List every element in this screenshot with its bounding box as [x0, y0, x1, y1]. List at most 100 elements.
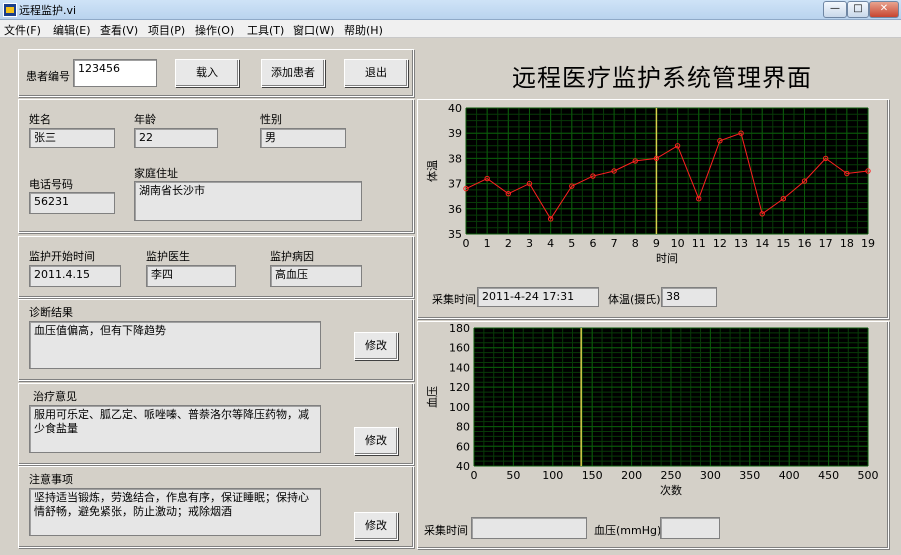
treatment-modify-button[interactable]: 修改 — [354, 427, 398, 455]
y-tick-label: 180 — [449, 322, 470, 335]
add-patient-button[interactable]: 添加患者 — [261, 59, 325, 87]
y-tick-label: 35 — [448, 228, 462, 241]
y-axis-label: 体温 — [425, 160, 439, 182]
window-title: 远程监护.vi — [19, 4, 77, 17]
menu-edit[interactable]: 编辑(E) — [53, 22, 91, 38]
x-tick-label: 0 — [471, 469, 478, 482]
y-axis-label: 血压 — [425, 386, 439, 408]
diagnosis-modify-button[interactable]: 修改 — [354, 332, 398, 360]
address-label: 家庭住址 — [134, 167, 178, 180]
x-tick-label: 3 — [526, 237, 533, 250]
x-tick-label: 13 — [734, 237, 748, 250]
temp-value-label: 体温(摄氏) — [608, 293, 661, 306]
monitor-disease-label: 监护病因 — [270, 250, 314, 263]
monitor-doctor-label: 监护医生 — [146, 250, 190, 263]
x-tick-label: 9 — [653, 237, 660, 250]
monitor-start-label: 监护开始时间 — [29, 250, 95, 263]
menu-operate[interactable]: 操作(O) — [195, 22, 234, 38]
patient-id-input[interactable]: 123456 — [73, 59, 157, 87]
bp-value-field[interactable] — [660, 517, 720, 539]
x-tick-label: 150 — [582, 469, 603, 482]
x-tick-label: 17 — [819, 237, 833, 250]
y-tick-label: 140 — [449, 361, 470, 374]
address-field[interactable]: 湖南省长沙市 — [134, 181, 362, 221]
patient-info-panel: 姓名 张三 年龄 22 性别 男 电话号码 56231 家庭住址 湖南省长沙市 — [18, 99, 414, 233]
load-button[interactable]: 载入 — [175, 59, 239, 87]
x-tick-label: 350 — [739, 469, 760, 482]
temperature-chart-panel: 0 1 2 3 4 5 6 7 8 9 10 11 12 13 14 15 16 17 18 19 35 36 37 38 39… — [417, 99, 889, 319]
menu-tools[interactable]: 工具(T) — [247, 22, 284, 38]
x-tick-label: 300 — [700, 469, 721, 482]
bp-value-label: 血压(mmHg) — [594, 524, 662, 537]
patient-id-label: 患者编号 — [26, 70, 70, 83]
diagnosis-panel: 诊断结果 血压值偏高，但有下降趋势 修改 — [18, 299, 414, 381]
menu-bar: 文件(F) 编辑(E) 查看(V) 项目(P) 操作(O) 工具(T) 窗口(W… — [0, 20, 901, 38]
notes-text[interactable]: 坚持适当锻炼，劳逸结合，作息有序，保证睡眠；保持心情舒畅，避免紧张，防止激动；戒… — [29, 488, 321, 536]
x-tick-label: 5 — [568, 237, 575, 250]
menu-view[interactable]: 查看(V) — [100, 22, 138, 38]
blood-pressure-chart: 0 50 100 150 200 250 300 350 400 450 500 40 60 80 100 1… — [425, 322, 879, 497]
minimize-button[interactable]: — — [823, 1, 847, 18]
y-tick-label: 100 — [449, 401, 470, 414]
name-label: 姓名 — [29, 113, 51, 126]
x-tick-label: 1 — [484, 237, 491, 250]
x-axis-label: 次数 — [660, 483, 682, 497]
x-tick-label: 0 — [463, 237, 470, 250]
x-tick-label: 10 — [671, 237, 685, 250]
treatment-text[interactable]: 服用可乐定、胍乙定、哌唑嗪、普萘洛尔等降压药物，减少食盐量 — [29, 405, 321, 453]
x-tick-label: 11 — [692, 237, 706, 250]
x-tick-label: 16 — [798, 237, 812, 250]
y-tick-label: 37 — [448, 178, 462, 191]
exit-button[interactable]: 退出 — [344, 59, 408, 87]
treatment-label: 治疗意见 — [33, 390, 77, 403]
y-tick-label: 80 — [456, 421, 470, 434]
x-tick-label: 7 — [611, 237, 618, 250]
y-tick-label: 39 — [448, 127, 462, 140]
monitor-start-field[interactable]: 2011.4.15 — [29, 265, 121, 287]
menu-project[interactable]: 项目(P) — [148, 22, 185, 38]
window-titlebar: 远程监护.vi — □ ✕ — [0, 0, 901, 20]
bp-time-field[interactable] — [471, 517, 587, 539]
diagnosis-label: 诊断结果 — [29, 306, 73, 319]
x-tick-label: 50 — [506, 469, 520, 482]
y-tick-label: 38 — [448, 152, 462, 165]
menu-file[interactable]: 文件(F) — [4, 22, 41, 38]
name-field[interactable]: 张三 — [29, 128, 115, 148]
x-tick-label: 4 — [547, 237, 554, 250]
x-tick-label: 19 — [861, 237, 875, 250]
notes-panel: 注意事项 坚持适当锻炼，劳逸结合，作息有序，保证睡眠；保持心情舒畅，避免紧张，防… — [18, 466, 414, 548]
system-title: 远程医疗监护系统管理界面 — [512, 64, 812, 92]
gender-label: 性别 — [260, 113, 282, 126]
y-tick-label: 160 — [449, 342, 470, 355]
diagnosis-text[interactable]: 血压值偏高，但有下降趋势 — [29, 321, 321, 369]
x-tick-label: 100 — [542, 469, 563, 482]
x-tick-label: 500 — [858, 469, 879, 482]
x-tick-label: 450 — [818, 469, 839, 482]
gender-field[interactable]: 男 — [260, 128, 346, 148]
labview-app-icon — [3, 3, 17, 17]
x-axis-label: 时间 — [656, 252, 678, 265]
x-tick-label: 8 — [632, 237, 639, 250]
y-tick-label: 60 — [456, 440, 470, 453]
temp-time-field[interactable]: 2011-4-24 17:31 — [477, 287, 599, 307]
x-tick-label: 400 — [779, 469, 800, 482]
menu-window[interactable]: 窗口(W) — [293, 22, 334, 38]
age-field[interactable]: 22 — [134, 128, 218, 148]
notes-modify-button[interactable]: 修改 — [354, 512, 398, 540]
phone-field[interactable]: 56231 — [29, 192, 115, 214]
y-tick-label: 120 — [449, 381, 470, 394]
blood-pressure-chart-panel: 0 50 100 150 200 250 300 350 400 450 500 40 60 80 100 1… — [417, 321, 889, 549]
maximize-button[interactable]: □ — [847, 1, 869, 18]
menu-help[interactable]: 帮助(H) — [344, 22, 383, 38]
temp-time-label: 采集时间 — [432, 293, 476, 306]
x-tick-label: 250 — [661, 469, 682, 482]
close-button[interactable]: ✕ — [869, 1, 899, 18]
x-tick-label: 14 — [755, 237, 769, 250]
y-tick-label: 36 — [448, 203, 462, 216]
x-tick-label: 15 — [776, 237, 790, 250]
x-tick-label: 6 — [589, 237, 596, 250]
temp-value-field[interactable]: 38 — [661, 287, 717, 307]
monitor-doctor-field[interactable]: 李四 — [146, 265, 236, 287]
x-tick-label: 2 — [505, 237, 512, 250]
monitor-disease-field[interactable]: 高血压 — [270, 265, 362, 287]
